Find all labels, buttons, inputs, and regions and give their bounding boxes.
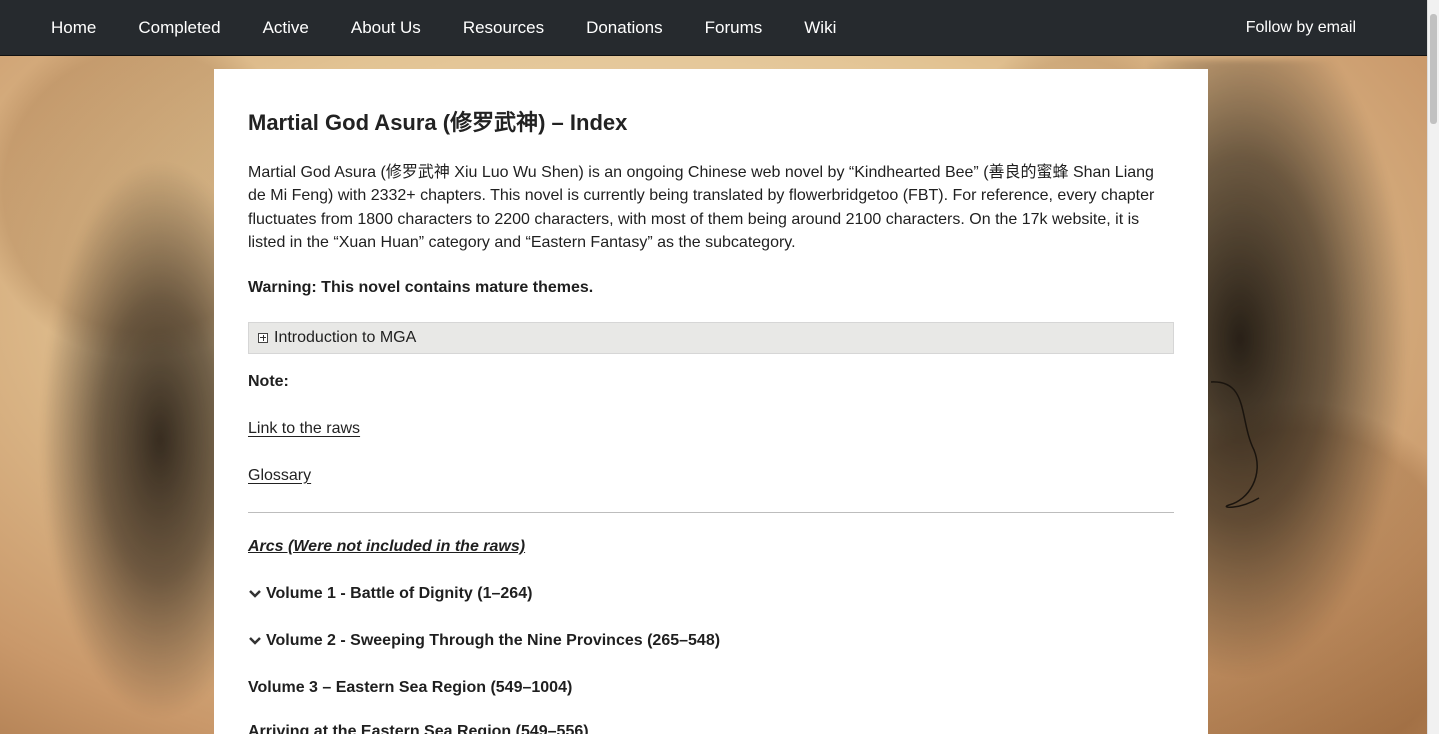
top-navigation-bar: Home Completed Active About Us Resources… xyxy=(0,0,1428,56)
nav-item-resources[interactable]: Resources xyxy=(442,0,565,55)
introduction-spoiler-toggle[interactable]: Introduction to MGA xyxy=(248,321,1174,354)
page-title: Martial God Asura (修罗武神) – Index xyxy=(248,110,628,135)
spoiler-label: Introduction to MGA xyxy=(274,328,417,346)
volume-2-toggle[interactable]: Volume 2 - Sweeping Through the Nine Pro… xyxy=(248,631,1174,651)
raws-link[interactable]: Link to the raws xyxy=(248,419,360,439)
note-heading: Note: xyxy=(248,372,289,390)
page-scrollbar[interactable] xyxy=(1427,0,1439,734)
volume-1-label: Volume 1 - Battle of Dignity (1–264) xyxy=(266,584,533,602)
nav-item-wiki[interactable]: Wiki xyxy=(783,0,857,55)
arc-heading: Arriving at the Eastern Sea Region (549–… xyxy=(248,722,589,734)
nav-item-about-us[interactable]: About Us xyxy=(330,0,442,55)
background-dragon-whisker xyxy=(1210,381,1260,509)
intro-paragraph: Martial God Asura (修罗武神 Xiu Luo Wu Shen)… xyxy=(248,164,1155,252)
glossary-link[interactable]: Glossary xyxy=(248,466,311,486)
volume-3-heading: Volume 3 – Eastern Sea Region (549–1004) xyxy=(248,678,573,696)
mature-warning: Warning: This novel contains mature them… xyxy=(248,278,594,296)
scrollbar-thumb[interactable] xyxy=(1430,14,1437,124)
expand-plus-icon xyxy=(258,332,268,343)
chevron-down-icon xyxy=(249,636,261,645)
chevron-down-icon xyxy=(249,589,261,598)
follow-by-email-link[interactable]: Follow by email xyxy=(1246,19,1356,37)
volume-1-toggle[interactable]: Volume 1 - Battle of Dignity (1–264) xyxy=(248,584,1174,604)
nav-item-donations[interactable]: Donations xyxy=(565,0,684,55)
nav-item-active[interactable]: Active xyxy=(242,0,330,55)
post-content: Martial God Asura (修罗武神) – Index Martial… xyxy=(214,69,1208,734)
background-dragon-left xyxy=(40,160,240,720)
arcs-link[interactable]: Arcs (Were not included in the raws) xyxy=(248,537,525,557)
volume-2-label: Volume 2 - Sweeping Through the Nine Pro… xyxy=(266,631,721,649)
nav-item-completed[interactable]: Completed xyxy=(117,0,241,55)
nav-item-forums[interactable]: Forums xyxy=(684,0,784,55)
nav-item-home[interactable]: Home xyxy=(30,0,117,55)
nav-menu: Home Completed Active About Us Resources… xyxy=(30,0,857,55)
